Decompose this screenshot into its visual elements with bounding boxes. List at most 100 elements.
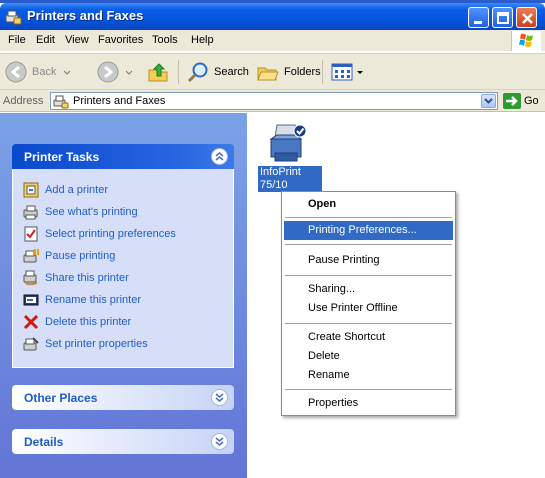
printer-tasks-title: Printer Tasks (24, 150, 100, 164)
task-label: Add a printer (45, 184, 108, 196)
up-folder-icon (148, 63, 168, 82)
back-arrow-icon (5, 61, 27, 83)
views-dropdown-icon (357, 71, 363, 74)
task-delete-printer[interactable]: Delete this printer (23, 313, 131, 331)
add-printer-icon (23, 182, 39, 198)
print-queue-icon (23, 205, 38, 220)
delete-icon (23, 314, 39, 330)
maximize-icon (497, 12, 509, 24)
views-button[interactable] (330, 59, 364, 85)
search-icon (187, 62, 208, 83)
minimize-icon (474, 21, 482, 24)
address-dropdown-button[interactable] (481, 94, 496, 108)
forward-dropdown-icon[interactable] (124, 67, 134, 77)
menu-item-properties[interactable]: Properties (284, 394, 453, 413)
task-label: Share this printer (45, 272, 129, 284)
address-label: Address (3, 95, 44, 107)
other-places-header[interactable]: Other Places (12, 385, 234, 410)
details-title: Details (24, 435, 64, 449)
menu-separator (285, 275, 452, 276)
menu-favorites[interactable]: Favorites (98, 34, 143, 46)
maximize-button[interactable] (492, 7, 513, 28)
printer-properties-icon (23, 337, 39, 351)
task-add-printer[interactable]: Add a printer (23, 181, 108, 199)
task-pause-printing[interactable]: Pause printing (23, 247, 115, 265)
task-label: Delete this printer (45, 316, 132, 328)
menu-item-open[interactable]: Open (284, 195, 453, 214)
forward-button[interactable] (96, 59, 134, 85)
title-bar[interactable]: Printers and Faxes (0, 3, 545, 30)
printer-name-line1: InfoPrint (260, 166, 301, 178)
toolbar: Back Search Folders (0, 53, 545, 90)
folders-button[interactable]: Folders (256, 59, 321, 85)
menu-edit[interactable]: Edit (36, 34, 55, 46)
address-bar: Address Printers and Faxes Go (0, 90, 545, 112)
toolbar-separator (178, 60, 179, 84)
folders-label: Folders (284, 66, 321, 78)
close-button[interactable] (516, 7, 537, 28)
menu-separator (285, 217, 452, 218)
collapse-chevron-icon[interactable] (211, 148, 228, 165)
task-rename-printer[interactable]: Rename this printer (23, 291, 141, 309)
menu-item-sharing[interactable]: Sharing... (284, 280, 453, 299)
task-label: Pause printing (45, 250, 116, 262)
menu-file[interactable]: File (8, 34, 26, 46)
address-value: Printers and Faxes (73, 95, 166, 107)
back-label: Back (32, 66, 57, 78)
menu-help[interactable]: Help (191, 34, 214, 46)
go-button[interactable] (503, 93, 521, 109)
printer-tasks-body: Add a printer See what's printing Select… (12, 169, 234, 368)
menu-item-pause-printing[interactable]: Pause Printing (284, 251, 453, 270)
preferences-icon (24, 226, 38, 242)
close-icon (522, 13, 533, 24)
printer-name-label[interactable]: InfoPrint 75/10 (258, 166, 322, 192)
menu-item-rename[interactable]: Rename (284, 366, 453, 385)
task-select-printing-preferences[interactable]: Select printing preferences (23, 225, 176, 243)
menu-item-delete[interactable]: Delete (284, 347, 453, 366)
task-label: See what's printing (45, 206, 138, 218)
task-pane: Printer Tasks Add a printer See what's p… (0, 113, 247, 478)
task-share-printer[interactable]: Share this printer (23, 269, 129, 287)
menu-separator (285, 389, 452, 390)
task-label: Rename this printer (45, 294, 141, 306)
expand-chevron-icon[interactable] (211, 389, 228, 406)
menu-item-create-shortcut[interactable]: Create Shortcut (284, 328, 453, 347)
rename-icon (23, 294, 39, 306)
back-dropdown-icon[interactable] (62, 67, 72, 77)
other-places-title: Other Places (24, 391, 98, 405)
go-label[interactable]: Go (524, 95, 539, 107)
share-printer-icon (23, 270, 38, 286)
pause-printing-icon (23, 249, 39, 263)
folders-icon (257, 67, 279, 81)
menu-bar: File Edit View Favorites Tools Help (0, 30, 545, 52)
menu-item-use-printer-offline[interactable]: Use Printer Offline (284, 299, 453, 318)
up-folder-button[interactable] (146, 59, 170, 85)
views-icon (331, 63, 353, 81)
windows-logo-icon (511, 31, 541, 51)
chevron-down-icon (484, 98, 493, 104)
menu-tools[interactable]: Tools (152, 34, 178, 46)
back-button[interactable]: Back (4, 59, 72, 85)
address-field[interactable]: Printers and Faxes (50, 92, 498, 110)
printer-icon[interactable] (269, 123, 309, 165)
task-set-printer-properties[interactable]: Set printer properties (23, 335, 148, 353)
task-label: Select printing preferences (45, 228, 176, 240)
menu-item-printing-preferences[interactable]: Printing Preferences... (284, 221, 453, 240)
context-menu: Open Printing Preferences... Pause Print… (281, 191, 456, 416)
menu-separator (285, 323, 452, 324)
go-arrow-icon (506, 96, 518, 106)
expand-chevron-icon[interactable] (211, 433, 228, 450)
minimize-button[interactable] (468, 7, 489, 28)
printers-folder-icon (5, 10, 22, 25)
printers-folder-icon (53, 95, 69, 109)
printer-tasks-header[interactable]: Printer Tasks (12, 144, 234, 169)
search-button[interactable]: Search (186, 59, 249, 85)
toolbar-separator (322, 60, 323, 84)
details-header[interactable]: Details (12, 429, 234, 454)
search-label: Search (214, 66, 249, 78)
menu-view[interactable]: View (65, 34, 89, 46)
forward-arrow-icon (97, 61, 119, 83)
menu-separator (285, 244, 452, 245)
task-see-whats-printing[interactable]: See what's printing (23, 203, 138, 221)
window-title: Printers and Faxes (27, 8, 144, 23)
